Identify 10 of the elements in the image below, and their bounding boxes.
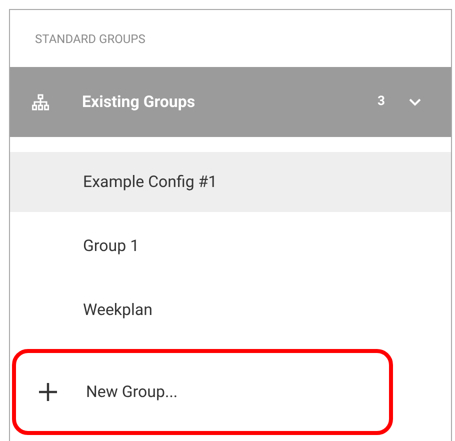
group-title: Existing Groups bbox=[82, 91, 196, 113]
group-item[interactable]: Group 1 bbox=[10, 216, 451, 276]
group-count: 3 bbox=[378, 93, 385, 112]
plus-icon bbox=[38, 382, 58, 402]
section-heading: STANDARD GROUPS bbox=[35, 30, 146, 48]
hierarchy-icon bbox=[32, 94, 49, 110]
chevron-icon[interactable] bbox=[409, 98, 421, 106]
group-item[interactable]: Weekplan bbox=[10, 280, 451, 340]
new-group-button[interactable]: New Group... bbox=[12, 349, 393, 435]
group-item[interactable]: Example Config #1 bbox=[10, 152, 451, 212]
